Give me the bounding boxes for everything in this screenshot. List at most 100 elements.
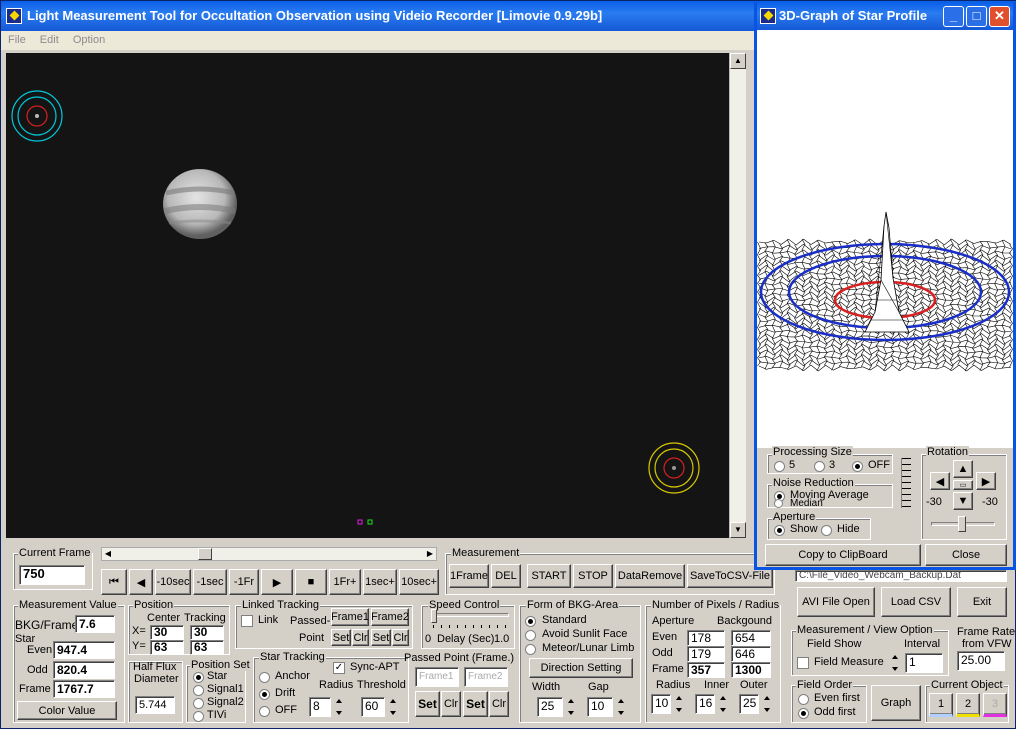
field-measure-checkbox[interactable]	[797, 657, 809, 669]
object-2-button[interactable]: 2	[956, 693, 980, 717]
aperture-show-radio[interactable]	[774, 525, 785, 536]
bkg-limb-radio[interactable]	[525, 644, 536, 655]
start-button[interactable]: START	[527, 564, 571, 588]
stop-measure-button[interactable]: STOP	[573, 564, 613, 588]
color-value-button[interactable]: Color Value	[17, 701, 117, 720]
bkg-gap-input[interactable]: 10	[587, 697, 613, 717]
interval-spinner[interactable]	[888, 652, 903, 674]
minus-1frame-button[interactable]: -1Fr	[229, 569, 259, 595]
rotate-up-icon[interactable]: ▲	[953, 460, 973, 478]
scroll-up-arrow-icon[interactable]: ▲	[730, 53, 746, 69]
passed-frame1-input[interactable]: Frame1	[415, 667, 459, 687]
linked-frame1-button[interactable]: Frame1	[331, 608, 369, 626]
rotate-right-icon[interactable]: ▶	[976, 472, 996, 490]
interval-input[interactable]: 1	[905, 653, 943, 673]
speed-slider-thumb[interactable]	[431, 609, 437, 623]
play-button[interactable]: ▶	[261, 569, 293, 595]
object-1-button[interactable]: 1	[929, 693, 953, 717]
menu-file[interactable]: File	[1, 31, 30, 46]
maximize-icon[interactable]: □	[966, 6, 987, 27]
frame-slider[interactable]: ◀ ▶	[101, 547, 437, 561]
video-vertical-scrollbar[interactable]: ▲ ▼	[729, 53, 746, 538]
passed-clr1-button[interactable]: Clr	[441, 691, 461, 717]
rotation-slider-thumb[interactable]	[958, 516, 966, 532]
even-first-radio[interactable]	[798, 694, 809, 705]
rotate-down-icon[interactable]: ▼	[953, 492, 973, 510]
menu-edit[interactable]: Edit	[33, 31, 63, 46]
radius-spinner[interactable]	[332, 696, 347, 718]
outer-radius-input[interactable]: 25	[739, 694, 759, 714]
rotate-reset-icon[interactable]: ▭	[953, 480, 973, 490]
slider-thumb[interactable]	[198, 548, 212, 560]
slider-right-arrow-icon[interactable]: ▶	[424, 548, 436, 560]
bkg-standard-radio[interactable]	[525, 616, 536, 627]
linked-clr2-button[interactable]: Clr	[392, 629, 409, 646]
linked-set1-button[interactable]: Set	[331, 629, 351, 646]
position-set-star-radio[interactable]	[193, 672, 204, 683]
linked-frame2-button[interactable]: Frame2	[371, 608, 409, 626]
one-frame-button[interactable]: 1Frame	[449, 564, 489, 588]
odd-first-radio[interactable]	[798, 708, 809, 719]
close-window-icon[interactable]: ✕	[989, 6, 1010, 27]
tracking-drift-radio[interactable]	[259, 689, 270, 700]
threshold-spinner[interactable]	[386, 696, 401, 718]
median-radio[interactable]	[774, 499, 783, 508]
processing-3-radio[interactable]	[814, 461, 825, 472]
linked-clr1-button[interactable]: Clr	[352, 629, 369, 646]
passed-set1-button[interactable]: Set	[415, 691, 440, 717]
aperture-hide-radio[interactable]	[821, 525, 832, 536]
menu-option[interactable]: Option	[66, 31, 109, 46]
position-set-tivi-radio[interactable]	[193, 711, 204, 722]
copy-clipboard-button[interactable]: Copy to ClipBoard	[765, 544, 921, 566]
inner-radius-spinner[interactable]	[716, 693, 731, 715]
delete-button[interactable]: DEL	[491, 564, 521, 588]
bkg-gap-spinner[interactable]	[614, 696, 629, 718]
bkg-sunlit-radio[interactable]	[525, 630, 536, 641]
graph-button[interactable]: Graph	[871, 685, 921, 721]
direction-setting-button[interactable]: Direction Setting	[529, 658, 633, 678]
data-remove-button[interactable]: DataRemove	[615, 564, 685, 588]
stop-button[interactable]: ■	[295, 569, 327, 595]
position-set-signal1-radio[interactable]	[193, 685, 204, 696]
radius-input[interactable]: 8	[309, 697, 331, 717]
slider-left-arrow-icon[interactable]: ◀	[102, 548, 114, 560]
plus-10sec-button[interactable]: 10sec+	[399, 569, 439, 595]
passed-clr2-button[interactable]: Clr	[489, 691, 509, 717]
link-checkbox[interactable]	[241, 615, 253, 627]
profile-zoom-slider[interactable]	[901, 458, 911, 508]
current-frame-input[interactable]: 750	[19, 565, 85, 585]
processing-5-radio[interactable]	[774, 461, 785, 472]
minus-10sec-button[interactable]: -10sec	[155, 569, 191, 595]
aperture-radius-spinner[interactable]	[672, 693, 687, 715]
inner-radius-input[interactable]: 16	[695, 694, 715, 714]
video-frame[interactable]	[6, 53, 729, 538]
rotate-left-icon[interactable]: ◀	[930, 472, 950, 490]
sync-apt-checkbox[interactable]: ✓	[333, 662, 345, 674]
position-set-signal2-radio[interactable]	[193, 698, 204, 709]
tracking-anchor-radio[interactable]	[259, 672, 270, 683]
speed-slider-track[interactable]	[431, 613, 509, 617]
tracking-off-radio[interactable]	[259, 706, 270, 717]
bkg-width-input[interactable]: 25	[537, 697, 563, 717]
plus-1frame-button[interactable]: 1Fr+	[329, 569, 361, 595]
frame-rate-input[interactable]: 25.00	[957, 651, 1005, 671]
profile-close-button[interactable]: Close	[925, 544, 1007, 566]
avi-file-open-button[interactable]: AVI File Open	[797, 587, 875, 617]
exit-button[interactable]: Exit	[957, 587, 1007, 617]
load-csv-button[interactable]: Load CSV	[881, 587, 951, 617]
outer-radius-spinner[interactable]	[760, 693, 775, 715]
passed-frame2-input[interactable]: Frame2	[464, 667, 508, 687]
aperture-radius-input[interactable]: 10	[651, 694, 671, 714]
passed-set2-button[interactable]: Set	[463, 691, 488, 717]
bkg-width-spinner[interactable]	[564, 696, 579, 718]
threshold-input[interactable]: 60	[361, 697, 385, 717]
scroll-down-arrow-icon[interactable]: ▼	[730, 522, 746, 538]
back-button[interactable]: ◀	[129, 569, 153, 595]
minus-1sec-button[interactable]: -1sec	[193, 569, 227, 595]
object-3-button[interactable]: 3	[983, 693, 1007, 717]
minimize-icon[interactable]: _	[943, 6, 964, 27]
processing-off-radio[interactable]	[852, 461, 863, 472]
first-frame-button[interactable]: ⏮	[101, 569, 127, 595]
linked-set2-button[interactable]: Set	[371, 629, 391, 646]
plus-1sec-button[interactable]: 1sec+	[363, 569, 397, 595]
